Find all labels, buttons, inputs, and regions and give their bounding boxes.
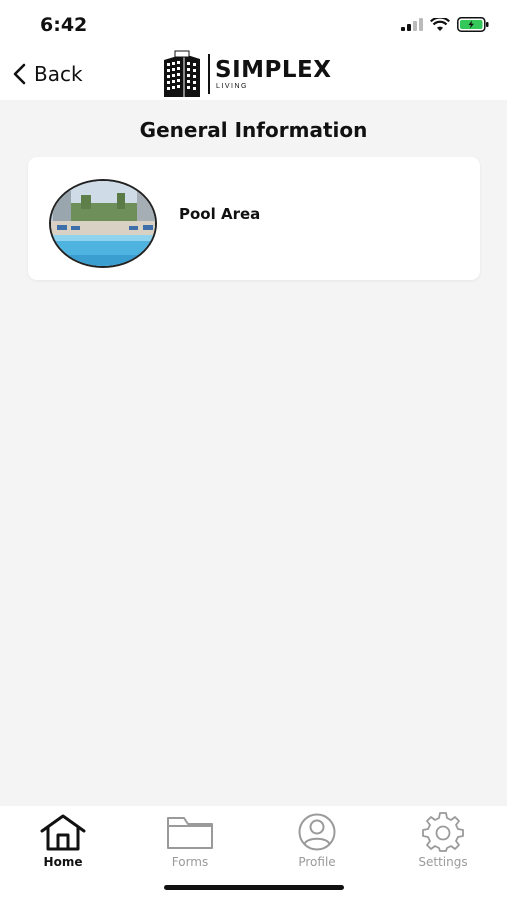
nav-header: Back SIMPLEX LIVING: [0, 48, 507, 100]
tab-profile[interactable]: Profile: [272, 812, 362, 872]
tab-settings[interactable]: Settings: [398, 812, 488, 872]
logo-divider: [208, 54, 210, 94]
tab-label: Forms: [171, 855, 209, 869]
simplex-logo: SIMPLEX LIVING: [160, 48, 331, 100]
tab-label: Settings: [418, 855, 468, 869]
logo-text: SIMPLEX LIVING: [215, 56, 332, 90]
gear-icon: [422, 812, 464, 852]
wifi-icon: [430, 17, 450, 31]
page-title: General Information: [139, 118, 368, 142]
pool-photo: [49, 179, 157, 268]
tab-forms[interactable]: Forms: [145, 812, 235, 872]
chevron-left-icon: [13, 63, 26, 85]
app-screen: 6:42 Back SIMPLEX LIVING General Informa…: [0, 0, 507, 900]
status-bar: 6:42: [0, 0, 507, 48]
logo-subtitle: LIVING: [216, 82, 248, 90]
home-indicator: [164, 885, 344, 890]
back-label: Back: [34, 62, 83, 86]
card-label: Pool Area: [179, 205, 261, 223]
logo-name: SIMPLEX: [215, 56, 332, 83]
building-logo-icon: [164, 50, 200, 97]
tab-label: Home: [43, 855, 83, 869]
battery-icon: [457, 17, 489, 32]
home-icon: [40, 814, 86, 851]
folder-icon: [167, 817, 213, 849]
profile-icon: [298, 813, 336, 851]
status-icons: [401, 17, 489, 32]
status-time: 6:42: [40, 14, 88, 36]
back-button[interactable]: Back: [12, 59, 83, 89]
tab-home[interactable]: Home: [18, 812, 108, 872]
info-card-pool-area[interactable]: Pool Area: [28, 157, 480, 280]
tab-label: Profile: [298, 855, 336, 869]
signal-icon: [401, 18, 423, 31]
